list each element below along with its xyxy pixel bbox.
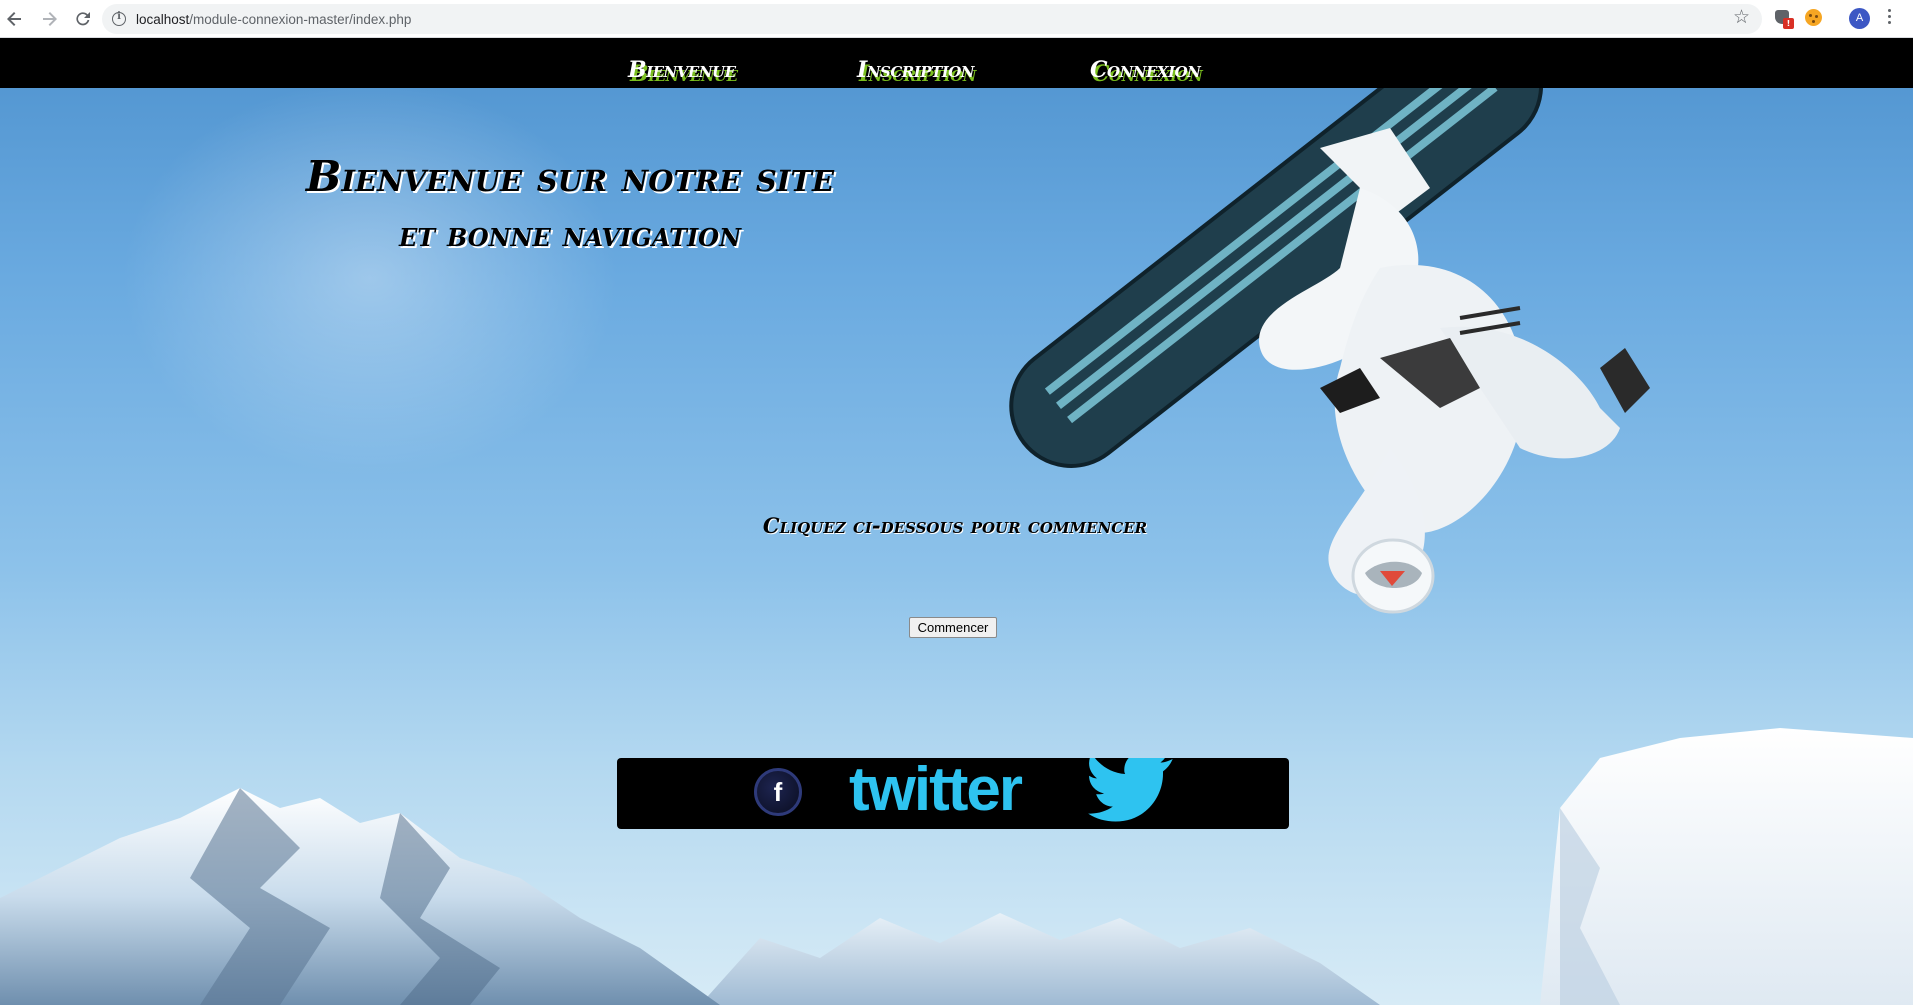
sky-glow bbox=[120, 78, 620, 478]
star-icon[interactable]: ☆ bbox=[1733, 8, 1750, 27]
twitter-bird-icon[interactable] bbox=[1087, 758, 1175, 824]
extension-badge: ! bbox=[1783, 18, 1794, 29]
menu-icon[interactable] bbox=[1888, 9, 1892, 29]
profile-avatar[interactable]: A bbox=[1849, 8, 1870, 29]
cookie-extension-icon[interactable] bbox=[1805, 9, 1822, 26]
nav-link-connexion[interactable]: Connexion bbox=[1090, 57, 1201, 83]
browser-toolbar: localhost/module-connexion-master/index.… bbox=[0, 0, 1913, 38]
address-bar[interactable]: localhost/module-connexion-master/index.… bbox=[102, 4, 1762, 34]
facebook-icon[interactable] bbox=[754, 768, 802, 816]
url-path: /module-connexion-master/index.php bbox=[189, 11, 412, 27]
social-bar: twitter bbox=[617, 755, 1289, 829]
nav-link-bienvenue[interactable]: Bienvenue bbox=[628, 57, 736, 83]
url-text: localhost/module-connexion-master/index.… bbox=[136, 12, 411, 27]
nav-link-inscription[interactable]: Inscription bbox=[857, 57, 975, 83]
commencer-button[interactable]: Commencer bbox=[909, 617, 997, 638]
welcome-line-2: et bonne navigation bbox=[398, 215, 742, 255]
twitter-wordmark[interactable]: twitter bbox=[849, 754, 1023, 825]
snowboarder-illustration bbox=[1009, 68, 1650, 614]
reload-icon[interactable] bbox=[72, 8, 94, 30]
start-prompt: Cliquez ci-dessous pour commencer bbox=[762, 513, 1148, 538]
url-host: localhost bbox=[136, 11, 190, 27]
extension-shield-icon[interactable]: ! bbox=[1775, 10, 1794, 29]
back-arrow-icon[interactable] bbox=[4, 8, 26, 30]
page-background: Bienvenue Inscription Connexion Bienvenu… bbox=[0, 38, 1913, 1005]
welcome-heading: Bienvenue sur notre site et bonne naviga… bbox=[300, 148, 840, 264]
main-navigation: Bienvenue Inscription Connexion bbox=[0, 38, 1913, 88]
forward-arrow-icon[interactable] bbox=[38, 8, 60, 30]
info-icon[interactable] bbox=[112, 11, 126, 26]
welcome-line-1: Bienvenue sur notre site bbox=[305, 152, 835, 201]
